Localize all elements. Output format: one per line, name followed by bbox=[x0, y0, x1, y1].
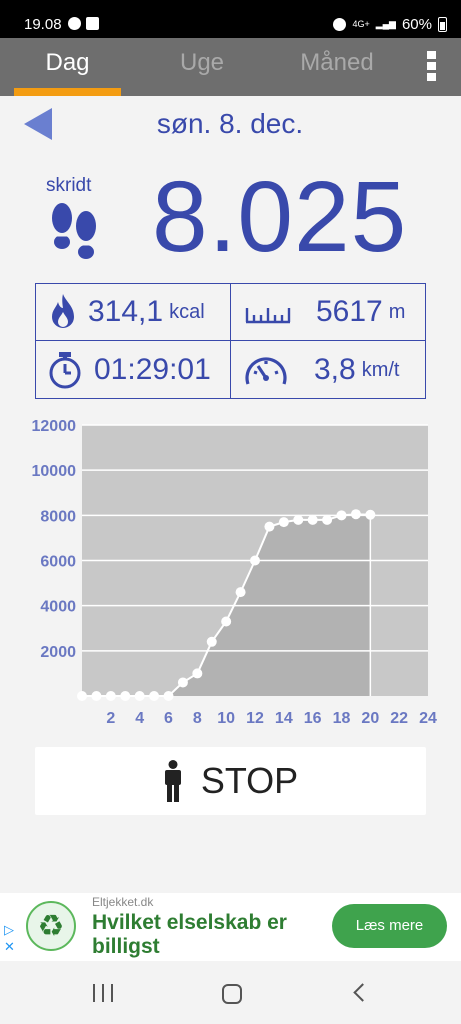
person-icon bbox=[164, 760, 181, 802]
speed-unit: km/t bbox=[361, 358, 400, 381]
overflow-menu-icon[interactable] bbox=[424, 51, 438, 83]
recycle-logo-icon bbox=[26, 901, 76, 951]
duration-cell: 01:29:01 bbox=[46, 342, 211, 398]
data-point bbox=[77, 691, 87, 701]
data-point bbox=[322, 514, 333, 525]
data-point bbox=[278, 517, 289, 528]
speed-value: 3,8 bbox=[314, 353, 356, 386]
footprints-icon bbox=[52, 203, 96, 259]
x-tick-label: 20 bbox=[361, 710, 379, 727]
check-icon bbox=[86, 17, 99, 30]
x-tick-label: 24 bbox=[419, 710, 437, 727]
y-tick-label: 2000 bbox=[40, 644, 76, 661]
x-tick-label: 12 bbox=[246, 710, 264, 727]
calories-cell: 314,1 kcal bbox=[48, 284, 205, 340]
x-tick-label: 16 bbox=[304, 710, 322, 727]
data-point bbox=[91, 691, 102, 701]
x-tick-label: 2 bbox=[106, 710, 115, 727]
y-tick-label: 12000 bbox=[32, 418, 77, 435]
ad-banner[interactable]: ▷✕ Eltjekket.dk Hvilket elselskab er bil… bbox=[0, 893, 461, 961]
flame-icon bbox=[52, 294, 74, 328]
data-point bbox=[192, 668, 203, 679]
signal-icon: ▂▄▆ bbox=[375, 19, 396, 29]
x-tick-label: 22 bbox=[390, 710, 408, 727]
data-point bbox=[120, 691, 131, 701]
x-tick-label: 8 bbox=[193, 710, 202, 727]
tab-bar: Dag Uge Måned bbox=[0, 38, 461, 96]
x-tick-label: 4 bbox=[135, 710, 144, 727]
stop-label: STOP bbox=[200, 760, 299, 801]
distance-cell: 5617 m bbox=[244, 284, 405, 340]
speedometer-icon bbox=[245, 357, 287, 385]
stop-button[interactable]: STOP bbox=[35, 747, 426, 815]
data-point bbox=[177, 677, 188, 688]
x-tick-label: 18 bbox=[333, 710, 351, 727]
data-point bbox=[307, 514, 318, 525]
y-tick-label: 6000 bbox=[40, 554, 76, 571]
calories-value: 314,1 bbox=[88, 295, 164, 328]
alarm-icon bbox=[333, 18, 347, 31]
ad-choices-icon[interactable]: ▷ ✕ bbox=[4, 921, 15, 955]
data-point bbox=[149, 691, 160, 701]
ad-site: Eltjekket.dk bbox=[92, 895, 154, 909]
back-icon[interactable] bbox=[353, 983, 372, 1002]
battery-icon bbox=[438, 17, 447, 32]
duration-value: 01:29:01 bbox=[94, 353, 211, 386]
y-tick-label: 4000 bbox=[40, 599, 76, 616]
tab-week[interactable]: Uge bbox=[150, 38, 254, 96]
data-point bbox=[163, 691, 174, 701]
home-icon[interactable] bbox=[222, 984, 242, 1004]
stopwatch-icon bbox=[49, 352, 81, 389]
distance-unit: m bbox=[388, 300, 406, 323]
previous-day-icon[interactable] bbox=[24, 108, 52, 140]
data-point bbox=[221, 616, 232, 627]
steps-chart: 200040006000800010000120002 4 6 8 10 12 14 16 18… bbox=[32, 418, 438, 727]
x-tick-label: 10 bbox=[217, 710, 235, 727]
y-tick-label: 8000 bbox=[40, 508, 76, 525]
ruler-icon bbox=[245, 308, 291, 324]
system-nav-bar bbox=[0, 962, 461, 1024]
data-point bbox=[105, 691, 116, 701]
data-point bbox=[336, 510, 347, 521]
data-point bbox=[293, 514, 304, 525]
data-point bbox=[264, 521, 275, 532]
y-tick-label: 10000 bbox=[32, 463, 77, 480]
active-tab-indicator bbox=[14, 88, 121, 96]
recent-apps-icon[interactable] bbox=[93, 984, 113, 1002]
tab-month[interactable]: Måned bbox=[285, 38, 389, 96]
data-point bbox=[350, 509, 361, 520]
steps-label: skridt bbox=[46, 175, 92, 196]
data-point bbox=[206, 636, 217, 647]
speed-cell: 3,8 km/t bbox=[242, 342, 400, 398]
data-point bbox=[235, 587, 246, 598]
battery-percent: 60% bbox=[401, 16, 432, 33]
data-point bbox=[365, 509, 376, 520]
stats-panel: 314,1 kcal 5617 m 01:29:01 3,8 km/t bbox=[35, 283, 426, 399]
status-bar: 19.08 4G+ ▂▄▆ 60% bbox=[0, 0, 461, 38]
network-type: 4G+ bbox=[352, 19, 370, 29]
ad-headline[interactable]: Hvilket elselskab er billigst bbox=[92, 911, 322, 959]
ad-cta-button[interactable]: Læs mere bbox=[332, 904, 447, 948]
distance-value: 5617 bbox=[316, 295, 383, 328]
x-tick-label: 14 bbox=[275, 710, 293, 727]
step-count: 8.025 bbox=[152, 161, 408, 273]
date-title: søn. 8. dec. bbox=[156, 108, 304, 139]
data-point bbox=[250, 555, 260, 566]
status-time: 19.08 bbox=[24, 16, 62, 33]
calories-unit: kcal bbox=[169, 300, 205, 323]
football-icon bbox=[68, 17, 81, 30]
data-point bbox=[134, 691, 145, 701]
x-tick-label: 6 bbox=[164, 710, 173, 727]
